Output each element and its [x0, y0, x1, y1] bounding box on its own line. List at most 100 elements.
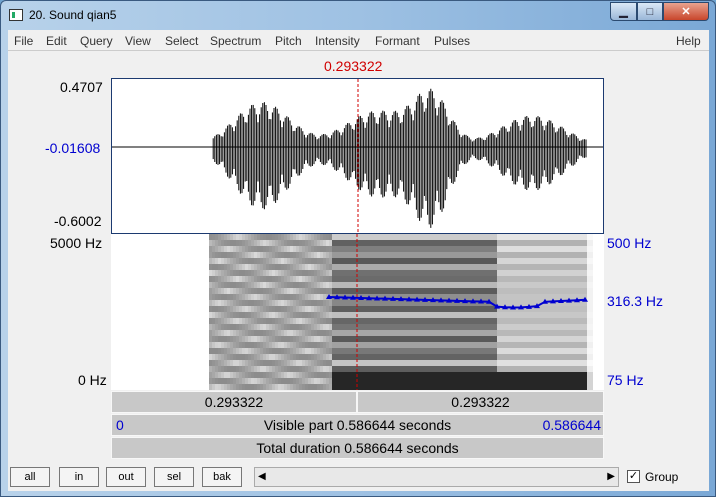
spectrogram-cell: [530, 330, 533, 336]
total-duration-bar[interactable]: Total duration 0.586644 seconds: [111, 437, 604, 459]
menu-pulses[interactable]: Pulses: [434, 34, 470, 48]
spectrogram-cell: [443, 252, 446, 258]
spectrogram-cell: [287, 258, 290, 264]
spectrogram-cell: [230, 336, 233, 342]
spectrogram-cell: [485, 342, 488, 348]
spectrogram-cell: [257, 252, 260, 258]
menu-intensity[interactable]: Intensity: [315, 34, 360, 48]
spectrogram-cell: [530, 324, 533, 330]
menu-view[interactable]: View: [125, 34, 151, 48]
visible-part-bar[interactable]: 0 Visible part 0.586644 seconds 0.586644: [111, 414, 604, 436]
spectrogram-cell: [449, 336, 452, 342]
spectrogram-cell: [491, 276, 494, 282]
spectrogram-cell: [371, 318, 374, 324]
spectrogram-cell: [431, 312, 434, 318]
menu-select[interactable]: Select: [165, 34, 198, 48]
spectrogram-cell: [290, 264, 293, 270]
spectrogram-cell: [218, 384, 221, 390]
spectrogram-cell: [584, 258, 587, 264]
zoom-all-button[interactable]: all: [10, 467, 50, 487]
spectrogram-cell: [455, 360, 458, 366]
menu-file[interactable]: File: [14, 34, 33, 48]
waveform-panel[interactable]: [111, 78, 604, 234]
spectrogram-cell: [491, 330, 494, 336]
spectrogram-cell: [389, 372, 392, 378]
minimize-button[interactable]: ▁: [610, 2, 637, 21]
menu-query[interactable]: Query: [80, 34, 113, 48]
spectrogram-cell: [470, 366, 473, 372]
zoom-out-button[interactable]: out: [106, 467, 146, 487]
menu-help[interactable]: Help: [676, 34, 701, 48]
spectrogram-cell: [515, 330, 518, 336]
spectrogram-cell: [401, 372, 404, 378]
horizontal-scrollbar[interactable]: ◀ ▶: [254, 467, 619, 487]
spectrogram-cell: [368, 258, 371, 264]
spectrogram-cell: [392, 258, 395, 264]
menu-spectrum[interactable]: Spectrum: [210, 34, 261, 48]
group-checkbox[interactable]: ✓: [627, 470, 640, 483]
spectrogram-cell: [578, 258, 581, 264]
spectrogram-cell: [239, 246, 242, 252]
spectrogram-cell: [401, 270, 404, 276]
spectrogram-cell: [377, 342, 380, 348]
title-bar[interactable]: 20. Sound qian5 ▁ □ ✕: [1, 1, 715, 29]
segment-left[interactable]: 0.293322: [111, 391, 357, 413]
spectrogram-cell: [497, 270, 500, 276]
menu-edit[interactable]: Edit: [46, 34, 67, 48]
spectrogram-cell: [533, 270, 536, 276]
spectrogram-cell: [584, 234, 587, 240]
spectrogram-cell: [512, 252, 515, 258]
spectrogram-cell: [212, 276, 215, 282]
zoom-back-button[interactable]: bak: [202, 467, 242, 487]
spectrogram-cell: [287, 384, 290, 390]
spectrogram-cell: [446, 378, 449, 384]
spectrogram-cell: [443, 354, 446, 360]
spectrogram-cell: [428, 372, 431, 378]
zoom-in-button[interactable]: in: [59, 467, 99, 487]
spectrogram-panel[interactable]: [111, 234, 604, 390]
spectrogram-cell: [431, 378, 434, 384]
spectrogram-cell: [293, 342, 296, 348]
spectrogram-cell: [425, 372, 428, 378]
close-button[interactable]: ✕: [663, 2, 709, 21]
scroll-right-icon[interactable]: ▶: [607, 471, 615, 482]
spectrogram-cell: [362, 330, 365, 336]
spectrogram-cell: [419, 342, 422, 348]
spectrogram-cell: [335, 330, 338, 336]
spectrogram-cell: [287, 360, 290, 366]
spectrogram-cell: [317, 360, 320, 366]
spectrogram-cell: [500, 240, 503, 246]
spectrogram-cell: [353, 318, 356, 324]
spectrogram-cell: [440, 276, 443, 282]
spectrogram-cell: [521, 240, 524, 246]
spectrogram-cell: [434, 324, 437, 330]
spectrogram-cell: [230, 294, 233, 300]
spectrogram-cell: [383, 366, 386, 372]
menu-pitch[interactable]: Pitch: [275, 34, 302, 48]
spectrogram-cell: [452, 378, 455, 384]
segment-right[interactable]: 0.293322: [357, 391, 604, 413]
spectrogram-cell: [467, 342, 470, 348]
spectrogram-cell: [506, 360, 509, 366]
spectrogram-cell: [365, 246, 368, 252]
spectrogram-cell: [539, 354, 542, 360]
spectrogram-cell: [227, 384, 230, 390]
spectrogram-cell: [221, 300, 224, 306]
spectrogram-cell: [338, 300, 341, 306]
spectrogram-cell: [431, 366, 434, 372]
scroll-left-icon[interactable]: ◀: [258, 471, 266, 482]
spectrogram-cell: [287, 288, 290, 294]
menu-formant[interactable]: Formant: [375, 34, 420, 48]
zoom-sel-button[interactable]: sel: [154, 467, 194, 487]
spectrogram-cell: [473, 366, 476, 372]
maximize-button[interactable]: □: [637, 2, 663, 21]
spectrogram-cell: [260, 270, 263, 276]
spectrogram-cell: [278, 264, 281, 270]
spectrogram-cell: [419, 306, 422, 312]
spectrogram-cell: [503, 270, 506, 276]
spectrogram-cell: [437, 294, 440, 300]
spectrogram-cell: [548, 312, 551, 318]
spectrogram-cell: [311, 246, 314, 252]
spectrogram-cell: [524, 378, 527, 384]
spectrogram-cell: [350, 264, 353, 270]
